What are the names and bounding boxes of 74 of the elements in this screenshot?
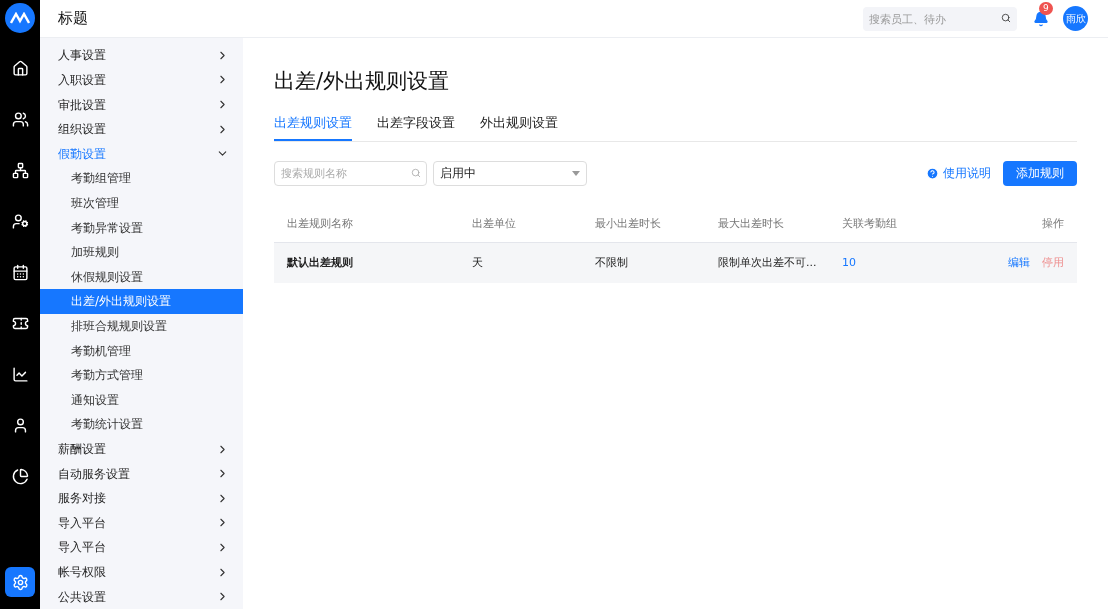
sidebar-group[interactable]: 假勤设置: [40, 141, 243, 167]
search-icon: [1001, 12, 1011, 23]
dropdown-arrow-icon: [572, 170, 580, 176]
sidebar-item[interactable]: 考勤统计设置: [40, 412, 243, 437]
sidebar-group[interactable]: 审批设置: [40, 92, 243, 117]
rule-search-field[interactable]: 搜索规则名称: [274, 161, 427, 187]
sidebar-group[interactable]: 人事设置: [40, 43, 243, 68]
app-title: 标题: [58, 8, 88, 30]
sidebar-group-label: 公共设置: [58, 588, 106, 606]
sidebar-item[interactable]: 通知设置: [40, 387, 243, 413]
sidebar-item[interactable]: 休假规则设置: [40, 264, 243, 290]
sidebar-group[interactable]: 入职设置: [40, 67, 243, 93]
column-header: 最小出差时长: [595, 215, 662, 232]
tab[interactable]: 出差规则设置: [274, 113, 352, 142]
table-cell-text: 不限制: [595, 255, 629, 271]
rail-button[interactable]: [5, 567, 35, 597]
sidebar-group-label: 人事设置: [58, 47, 106, 65]
page-title: 出差/外出规则设置: [274, 68, 451, 95]
status-select[interactable]: 启用中: [433, 160, 587, 186]
sidebar-item[interactable]: 加班规则: [40, 239, 243, 265]
help-link[interactable]: 使用说明: [926, 164, 991, 182]
sidebar-group[interactable]: 帐号权限: [40, 559, 243, 585]
sidebar-group-label: 导入平台: [58, 514, 106, 532]
sidebar-group-label: 自动服务设置: [58, 465, 130, 483]
column-header: 操作: [1041, 215, 1064, 232]
column-header: 关联考勤组: [842, 215, 898, 232]
sidebar-item[interactable]: 考勤方式管理: [40, 362, 243, 388]
sidebar-group-label: 假勤设置: [58, 145, 106, 163]
sidebar-group-label: 审批设置: [58, 96, 106, 114]
sidebar-group-label: 服务对接: [58, 490, 106, 508]
home-icon: [11, 59, 29, 77]
sidebar-group-label: 组织设置: [58, 121, 106, 139]
column-header: 最大出差时长: [718, 215, 785, 232]
sidebar-item[interactable]: 考勤组管理: [40, 166, 243, 191]
sidebar-group-label: 导入平台: [58, 539, 106, 557]
help-icon: [926, 166, 939, 180]
sidebar-group[interactable]: 薪酬设置: [40, 436, 243, 462]
tab[interactable]: 外出规则设置: [480, 113, 558, 142]
sidebar-item[interactable]: 班次管理: [40, 190, 243, 216]
sidebar-group[interactable]: 公共设置: [40, 584, 243, 609]
sidebar-group-label: 入职设置: [58, 71, 106, 89]
sidebar-group[interactable]: 自动服务设置: [40, 461, 243, 486]
table-cell-text: 限制单次出差不可...: [718, 255, 818, 271]
sidebar-group[interactable]: 导入平台: [40, 510, 243, 536]
sidebar-group[interactable]: 组织设置: [40, 116, 243, 142]
bell-icon: [1033, 10, 1049, 27]
user-gear-icon: [11, 212, 29, 230]
user-avatar[interactable]: 雨欣: [1063, 6, 1088, 31]
table-cell-text: 天: [472, 255, 484, 271]
org-chart-icon: [11, 161, 29, 179]
search-field[interactable]: 搜索员工、待办: [863, 7, 1017, 32]
settings-icon: [11, 573, 29, 591]
group-count-link[interactable]: 10: [842, 255, 962, 272]
edit-link[interactable]: 编辑: [1008, 255, 1030, 272]
pie-chart-icon: [11, 467, 29, 485]
chart-icon: [11, 365, 29, 383]
add-rule-button[interactable]: 添加规则: [1003, 160, 1077, 186]
logo-icon: [5, 3, 35, 33]
search-icon: [411, 167, 421, 178]
sidebar-item[interactable]: 排班合规规则设置: [40, 313, 243, 339]
sidebar-group-label: 薪酬设置: [58, 441, 106, 459]
calendar-icon: [11, 263, 29, 281]
sidebar-group[interactable]: 服务对接: [40, 485, 243, 511]
column-header: 出差单位: [472, 215, 517, 232]
users-icon: [11, 110, 29, 128]
sidebar-item[interactable]: 考勤机管理: [40, 338, 243, 363]
table-cell-text: 默认出差规则: [287, 255, 354, 271]
sidebar-item[interactable]: 考勤异常设置: [40, 215, 243, 240]
sidebar-item[interactable]: 出差/外出规则设置: [40, 289, 243, 314]
column-header: 出差规则名称: [287, 215, 354, 232]
sidebar-group[interactable]: 导入平台: [40, 535, 243, 560]
sidebar-group-label: 帐号权限: [58, 564, 106, 582]
tab[interactable]: 出差字段设置: [377, 113, 455, 142]
notification-badge: 9: [1039, 1, 1053, 15]
